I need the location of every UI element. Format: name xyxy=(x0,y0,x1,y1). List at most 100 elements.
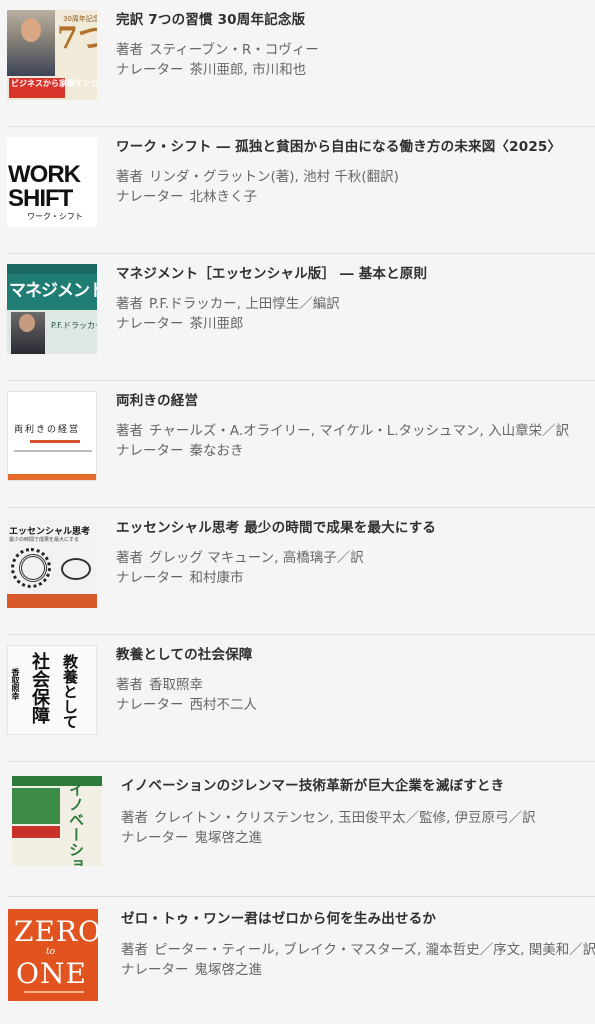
author-names: スティーブン・R・コヴィー xyxy=(149,42,319,58)
narrator-label: ナレーター xyxy=(116,697,184,713)
cover-rule xyxy=(14,450,92,452)
list-item[interactable]: イノベーションの イノベーションのジレンマー技術革新が巨大企業を滅ぼすとき 著者… xyxy=(0,762,595,897)
narrator-label: ナレーター xyxy=(116,189,184,205)
narrator-label: ナレーター xyxy=(121,962,189,978)
cover-title-line1: 教養として xyxy=(61,654,79,729)
narrator-names: 和村康市 xyxy=(189,570,244,586)
book-cover-7-habits-icon[interactable]: 30周年記念版 7つの習 ビジネスから家族ケンカまで xyxy=(7,10,97,100)
cover-word-zero: ZERO xyxy=(14,915,98,948)
book-title[interactable]: ワーク・シフト ― 孤独と貧困から自由になる働き方の未来図〈2025〉 xyxy=(116,135,561,155)
book-title[interactable]: エッセンシャル思考 最少の時間で成果を最大にする xyxy=(116,516,436,536)
book-narrator: ナレーター 秦なおき xyxy=(116,439,244,459)
scribble-graphic xyxy=(19,554,47,582)
book-title[interactable]: ゼロ・トゥ・ワンー君はゼロから何を生み出せるか xyxy=(121,907,436,927)
cover-title: イノベーションの xyxy=(67,782,85,866)
narrator-names: 茶川亜郎 xyxy=(189,316,244,332)
cover-word-shift: SHIFT xyxy=(8,185,73,212)
book-author: 著者 P.F.ドラッカー, 上田惇生／編訳 xyxy=(116,292,340,312)
author-label: 著者 xyxy=(116,296,143,312)
list-item[interactable]: WORK SHIFT ワーク・シフト ワーク・シフト ― 孤独と貧困から自由にな… xyxy=(0,127,595,254)
author-label: 著者 xyxy=(121,810,148,826)
cover-author: 香取照幸 xyxy=(11,668,21,700)
book-narrator: ナレーター 和村康市 xyxy=(116,566,244,586)
author-names: 香取照幸 xyxy=(149,677,203,693)
cover-green-block xyxy=(12,788,60,824)
list-item[interactable]: 30周年記念版 7つの習 ビジネスから家族ケンカまで 完訳 7つの習慣 30周年… xyxy=(0,0,595,127)
cover-red-band xyxy=(12,826,60,838)
cover-author: P.F.ドラッカー xyxy=(51,321,97,330)
book-author: 著者 香取照幸 xyxy=(116,673,203,693)
book-author: 著者 リンダ・グラットン(著), 池村 千秋(翻訳) xyxy=(116,165,399,185)
narrator-names: 西村不二人 xyxy=(189,697,258,713)
book-title[interactable]: マネジメント［エッセンシャル版］ ― 基本と原則 xyxy=(116,262,427,282)
list-item[interactable]: 両利きの経営 両利きの経営 著者 チャールズ・A.オライリー, マイケル・L.タッ… xyxy=(0,381,595,508)
book-narrator: ナレーター 茶川亜郎 xyxy=(116,312,244,332)
narrator-names: 鬼塚啓之進 xyxy=(194,962,263,978)
book-narrator: ナレーター 鬼塚啓之進 xyxy=(121,826,262,846)
cover-accent-line xyxy=(30,440,80,443)
author-label: 著者 xyxy=(116,42,143,58)
narrator-label: ナレーター xyxy=(116,443,184,459)
author-names: リンダ・グラットン(著), 池村 千秋(翻訳) xyxy=(149,169,399,185)
book-narrator: ナレーター 鬼塚啓之進 xyxy=(121,958,262,978)
author-names: グレッグ マキューン, 高橋璃子／訳 xyxy=(149,550,364,566)
book-narrator: ナレーター 北林きく子 xyxy=(116,185,257,205)
author-label: 著者 xyxy=(116,169,143,185)
cover-top-bar xyxy=(7,264,97,274)
cover-title: 7つの習 xyxy=(57,21,97,56)
list-item[interactable]: エッセンシャル思考 最少の時間で成果を最大にする エッセンシャル思考 最少の時間… xyxy=(0,508,595,635)
book-author: 著者 グレッグ マキューン, 高橋璃子／訳 xyxy=(116,546,364,566)
book-cover-management-icon[interactable]: マネジメント P.F.ドラッカー xyxy=(7,264,97,354)
book-cover-essentialism-icon[interactable]: エッセンシャル思考 最少の時間で成果を最大にする xyxy=(7,518,97,608)
list-item[interactable]: 教養として 社会保障 香取照幸 教養としての社会保障 著者 香取照幸 ナレーター西… xyxy=(0,635,595,762)
book-cover-social-security-icon[interactable]: 教養として 社会保障 香取照幸 xyxy=(7,645,97,735)
cover-footer-band xyxy=(7,594,97,608)
author-names: ピーター・ティール, ブレイク・マスターズ, 瀧本哲史／序文, 関美和／訳 xyxy=(154,942,595,958)
cover-top-bar xyxy=(12,776,102,786)
narrator-names: 北林きく子 xyxy=(189,189,258,205)
book-author: 著者 チャールズ・A.オライリー, マイケル・L.タッシュマン, 入山章栄／訳 xyxy=(116,419,569,439)
book-author: 著者 スティーブン・R・コヴィー xyxy=(116,38,319,58)
cover-band: ビジネスから家族ケンカまで xyxy=(9,78,97,98)
book-author: 著者 クレイトン・クリステンセン, 玉田俊平太／監修, 伊豆原弓／訳 xyxy=(121,806,536,826)
cover-title: 両利きの経営 xyxy=(14,425,81,435)
book-title[interactable]: イノベーションのジレンマー技術革新が巨大企業を滅ぼすとき xyxy=(121,774,504,794)
cover-rule xyxy=(24,991,84,993)
cover-word-to: to xyxy=(46,947,56,957)
author-label: 著者 xyxy=(116,423,143,439)
list-item[interactable]: ZERO to ONE ゼロ・トゥ・ワンー君はゼロから何を生み出せるか 著者 ピー… xyxy=(0,897,595,1024)
narrator-label: ナレーター xyxy=(121,830,189,846)
book-title[interactable]: 両利きの経営 xyxy=(116,389,198,409)
list-item[interactable]: マネジメント P.F.ドラッカー マネジメント［エッセンシャル版］ ― 基本と原… xyxy=(0,254,595,381)
book-narrator: ナレーター 西村不二人 xyxy=(116,693,257,713)
author-label: 著者 xyxy=(116,550,143,566)
book-cover-innovators-dilemma-icon[interactable]: イノベーションの xyxy=(12,776,102,866)
cover-title-line2: 社会保障 xyxy=(29,652,50,724)
book-cover-work-shift-icon[interactable]: WORK SHIFT ワーク・シフト xyxy=(7,137,97,227)
author-label: 著者 xyxy=(116,677,143,693)
book-title[interactable]: 完訳 7つの習慣 30周年記念版 xyxy=(116,8,305,28)
book-narrator: ナレーター 茶川亜郎, 市川和也 xyxy=(116,58,306,78)
book-cover-ambidexterity-icon[interactable]: 両利きの経営 xyxy=(7,391,97,481)
cover-word-one: ONE xyxy=(16,957,87,990)
author-face xyxy=(19,314,35,332)
cover-footer-band xyxy=(8,474,96,480)
author-face xyxy=(21,18,41,42)
cover-subtitle: ワーク・シフト xyxy=(27,212,83,221)
narrator-label: ナレーター xyxy=(116,570,184,586)
book-author: 著者 ピーター・ティール, ブレイク・マスターズ, 瀧本哲史／序文, 関美和／訳 xyxy=(121,938,595,958)
narrator-names: 茶川亜郎, 市川和也 xyxy=(189,62,307,78)
audiobook-list: 30周年記念版 7つの習 ビジネスから家族ケンカまで 完訳 7つの習慣 30周年… xyxy=(0,0,595,1024)
author-names: チャールズ・A.オライリー, マイケル・L.タッシュマン, 入山章栄／訳 xyxy=(149,423,570,439)
cover-title: マネジメント xyxy=(9,281,97,301)
narrator-label: ナレーター xyxy=(116,316,184,332)
narrator-names: 鬼塚啓之進 xyxy=(194,830,263,846)
narrator-label: ナレーター xyxy=(116,62,184,78)
author-label: 著者 xyxy=(121,942,148,958)
book-cover-zero-to-one-icon[interactable]: ZERO to ONE xyxy=(8,909,98,1001)
book-title[interactable]: 教養としての社会保障 xyxy=(116,643,253,663)
author-names: P.F.ドラッカー, 上田惇生／編訳 xyxy=(149,296,340,312)
cover-subtitle: 最少の時間で成果を最大にする xyxy=(9,537,80,543)
author-names: クレイトン・クリステンセン, 玉田俊平太／監修, 伊豆原弓／訳 xyxy=(154,810,536,826)
narrator-names: 秦なおき xyxy=(189,443,244,459)
